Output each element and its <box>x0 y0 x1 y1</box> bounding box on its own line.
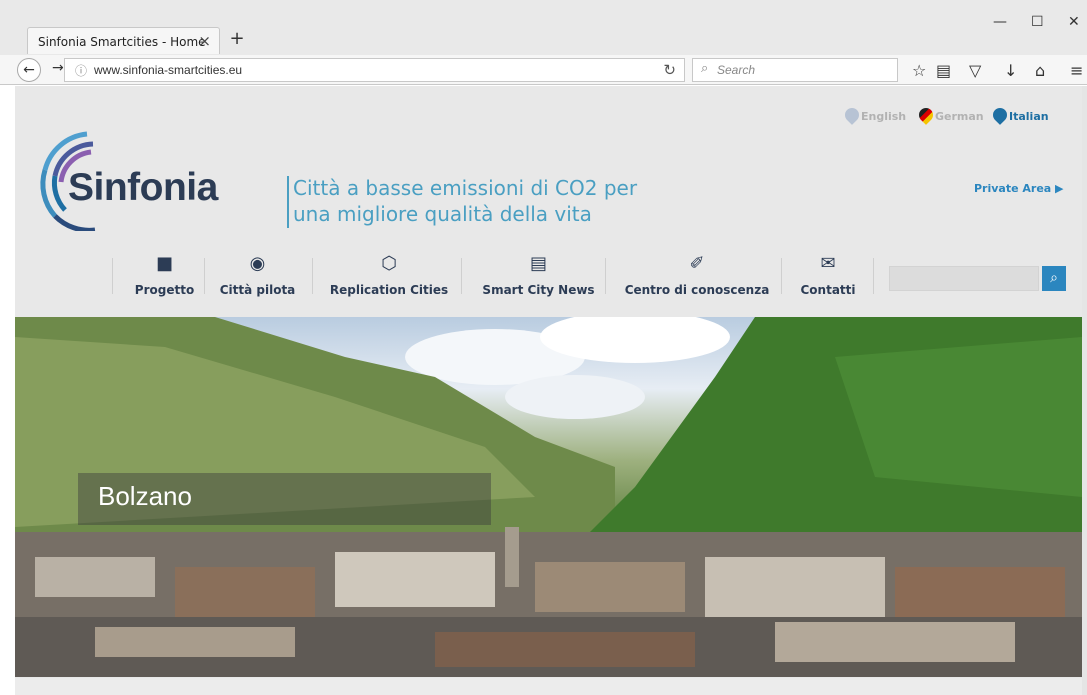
logo-text[interactable]: Sinfonia <box>68 166 218 210</box>
page-scrollbar[interactable] <box>1082 86 1087 695</box>
bookmark-star-icon[interactable]: ☆ <box>912 61 926 80</box>
menu-item-centro-di-conoscenza[interactable]: ✐ Centro di conoscenza <box>617 251 777 309</box>
menu-separator <box>461 258 462 294</box>
browser-tab[interactable]: Sinfonia Smartcities - Home × <box>27 27 220 54</box>
tagline: Città a basse emissioni di CO2 per una m… <box>293 175 637 227</box>
site-search-button[interactable]: ⌕ <box>1042 266 1066 291</box>
back-button[interactable]: ← <box>17 58 41 82</box>
browser-titlebar: Sinfonia Smartcities - Home × + — ☐ ✕ <box>0 0 1087 60</box>
map-pin-icon: ◉ <box>249 253 266 274</box>
search-placeholder: Search <box>717 63 756 77</box>
reading-list-icon[interactable]: ▤ <box>936 61 951 80</box>
info-icon[interactable]: ⓘ <box>75 62 87 79</box>
envelope-icon: ✉ <box>820 253 836 274</box>
new-tab-button[interactable]: + <box>227 28 247 50</box>
arrow-left-icon: ← <box>23 62 35 78</box>
germany-flag-icon <box>916 105 936 125</box>
url-text[interactable]: www.sinfonia-smartcities.eu <box>94 63 242 77</box>
lang-german[interactable]: German <box>916 105 984 125</box>
menu-icon[interactable]: ≡ <box>1070 61 1083 80</box>
web-page: Sinfonia Città a basse emissioni di CO2 … <box>15 86 1082 695</box>
tagline-line-2: una migliore qualità della vita <box>293 202 592 226</box>
tagline-divider <box>287 176 289 228</box>
search-icon: ⌕ <box>1050 270 1058 286</box>
newspaper-icon: ▤ <box>529 253 547 274</box>
menu-item-progetto[interactable]: ■ Progetto <box>126 251 203 309</box>
menu-item-contatti[interactable]: ✉ Contatti <box>793 251 863 309</box>
site-search-input[interactable] <box>889 266 1039 291</box>
minimize-button[interactable]: — <box>993 14 1007 30</box>
reload-icon[interactable]: ↻ <box>663 61 676 79</box>
tab-close-icon[interactable]: × <box>198 32 211 50</box>
book-icon: ✐ <box>689 253 705 274</box>
page-footer-strip <box>15 678 1082 695</box>
menu-separator <box>112 258 113 294</box>
hero-caption: Bolzano <box>98 481 192 511</box>
forward-button[interactable]: → <box>52 60 64 76</box>
arrow-right-icon: → <box>52 60 64 76</box>
menu-item-smart-city-news[interactable]: ▤ Smart City News <box>472 251 605 309</box>
folder-icon: ■ <box>155 253 173 274</box>
italy-flag-icon <box>990 105 1010 125</box>
hero-banner: Bolzano <box>15 317 1082 677</box>
home-icon[interactable]: ⌂ <box>1035 61 1045 80</box>
browser-search-field[interactable]: ⌕ Search <box>692 58 898 82</box>
menu-separator <box>204 258 205 294</box>
maximize-button[interactable]: ☐ <box>1031 14 1044 30</box>
search-icon: ⌕ <box>701 61 709 76</box>
menu-item-replication-cities[interactable]: ⬡ Replication Cities <box>324 251 454 309</box>
menu-separator <box>873 258 874 294</box>
lang-italian[interactable]: Italian <box>990 105 1049 125</box>
lang-english[interactable]: English <box>842 105 906 125</box>
menu-separator <box>312 258 313 294</box>
cube-icon: ⬡ <box>381 253 397 274</box>
url-bar[interactable]: ⓘ www.sinfonia-smartcities.eu ↻ <box>64 58 685 82</box>
tab-title: Sinfonia Smartcities - Home <box>38 35 206 49</box>
menu-separator <box>605 258 606 294</box>
menu-separator <box>781 258 782 294</box>
close-window-button[interactable]: ✕ <box>1068 14 1080 30</box>
uk-flag-icon <box>842 105 862 125</box>
tagline-line-1: Città a basse emissioni di CO2 per <box>293 176 638 200</box>
menu-item-citta-pilota[interactable]: ◉ Città pilota <box>215 251 300 309</box>
private-area-link[interactable]: Private Area ▶ <box>974 182 1064 195</box>
pocket-icon[interactable]: ▽ <box>969 61 981 80</box>
downloads-icon[interactable]: ↓ <box>1004 61 1017 80</box>
